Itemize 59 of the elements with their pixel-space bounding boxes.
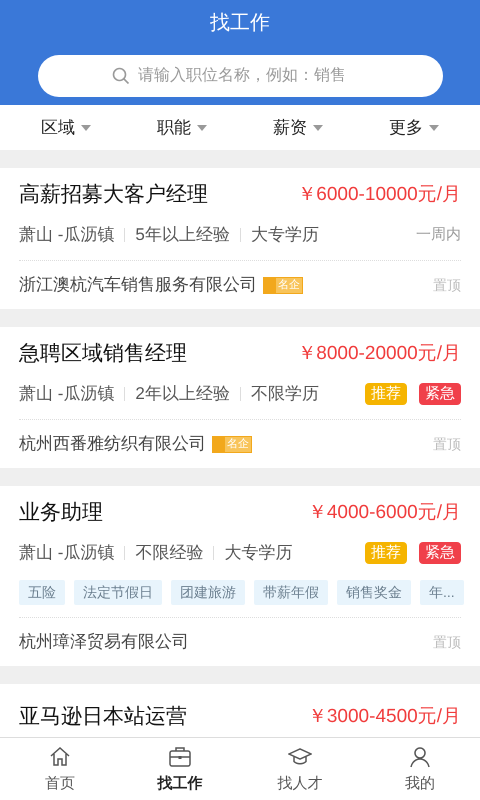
job-card[interactable]: 急聘区域销售经理 ￥8000-20000元/月 萧山 -瓜沥镇 2年以上经验 不限学历 推荐 紧急 杭州西番雅纺织有限公司 名企 置顶 — [0, 327, 480, 468]
benefit-tag: 带薪年假 — [254, 580, 328, 605]
job-location: 萧山 -瓜沥镇 — [19, 383, 114, 406]
salary: ￥6000-10000元/月 — [297, 182, 461, 207]
search-icon — [112, 67, 130, 85]
job-card[interactable]: 亚马逊日本站运营 ￥3000-4500元/月 — [0, 684, 480, 737]
famous-company-badge: 名企 — [212, 436, 252, 452]
job-education: 大专学历 — [224, 542, 292, 564]
job-title: 急聘区域销售经理 — [19, 341, 187, 368]
job-experience: 2年以上经验 — [135, 383, 230, 406]
job-location: 萧山 -瓜沥镇 — [19, 542, 114, 564]
caret-icon — [313, 124, 323, 130]
job-card[interactable]: 高薪招募大客户经理 ￥6000-10000元/月 萧山 -瓜沥镇 5年以上经验 大专学历 一周内 浙江澳杭汽车销售服务有限公司 名企 置顶 — [0, 168, 480, 309]
famous-company-badge: 名企 — [263, 276, 303, 294]
job-card[interactable]: 业务助理 ￥4000-6000元/月 萧山 -瓜沥镇 不限经验 大专学历 推荐 紧急 五险 法定节假日 团建旅游 带薪年假 销售奖金 年... 杭州璋泽贸易有限公司 置顶 — [0, 486, 480, 666]
home-icon — [48, 745, 72, 769]
job-tag: 紧急 — [419, 542, 461, 564]
filter-dropdown[interactable]: 区域 — [41, 114, 91, 140]
tab-bar-item[interactable]: 找工作 — [120, 738, 240, 800]
tab-bar-item[interactable]: 我的 — [360, 738, 480, 800]
benefit-tag: 销售奖金 — [337, 580, 411, 605]
salary: ￥8000-20000元/月 — [297, 342, 461, 366]
job-title: 业务助理 — [19, 500, 103, 526]
caret-icon — [197, 124, 207, 130]
pin-label: 置顶 — [433, 276, 461, 294]
benefit-tag: 五险 — [19, 580, 65, 605]
filter-dropdown[interactable]: 更多 — [389, 114, 439, 140]
company-name: 杭州西番雅纺织有限公司 — [19, 433, 206, 456]
job-title: 亚马逊日本站运营 — [19, 704, 187, 730]
salary: ￥4000-6000元/月 — [308, 500, 461, 525]
benefit-tag: 法定节假日 — [74, 580, 162, 605]
job-education: 大专学历 — [250, 224, 319, 246]
company-name: 浙江澳杭汽车销售服务有限公司 — [19, 274, 257, 296]
post-time: 一周内 — [416, 224, 461, 245]
job-tag: 推荐 — [365, 542, 407, 564]
salary: ￥3000-4500元/月 — [308, 704, 461, 729]
briefcase-icon — [168, 745, 192, 769]
search-field[interactable]: 请输入职位名称，例如：销售 — [138, 64, 368, 88]
job-title: 高薪招募大客户经理 — [19, 182, 208, 208]
benefit-tag: 团建旅游 — [171, 580, 245, 605]
person-icon — [408, 745, 432, 769]
filter-dropdown[interactable]: 薪资 — [273, 114, 323, 140]
job-location: 萧山 -瓜沥镇 — [19, 224, 114, 246]
page-title: 找工作 — [210, 11, 270, 36]
benefit-tag: 年... — [420, 580, 464, 605]
job-experience: 5年以上经验 — [135, 224, 230, 246]
job-education: 不限学历 — [250, 383, 319, 406]
company-name: 杭州璋泽贸易有限公司 — [19, 631, 189, 654]
caret-icon — [81, 124, 91, 130]
job-tag: 推荐 — [365, 383, 407, 405]
tab-bar-item[interactable]: 找人才 — [240, 738, 360, 800]
caret-icon — [429, 124, 439, 130]
pin-label: 置顶 — [433, 434, 461, 454]
search-bar[interactable]: 请输入职位名称，例如：销售 — [38, 55, 442, 97]
job-experience: 不限经验 — [135, 542, 204, 564]
filter-dropdown[interactable]: 职能 — [157, 114, 207, 140]
tab-bar-item[interactable]: 首页 — [0, 738, 120, 800]
job-tag: 紧急 — [419, 383, 461, 405]
pin-label: 置顶 — [433, 632, 461, 652]
